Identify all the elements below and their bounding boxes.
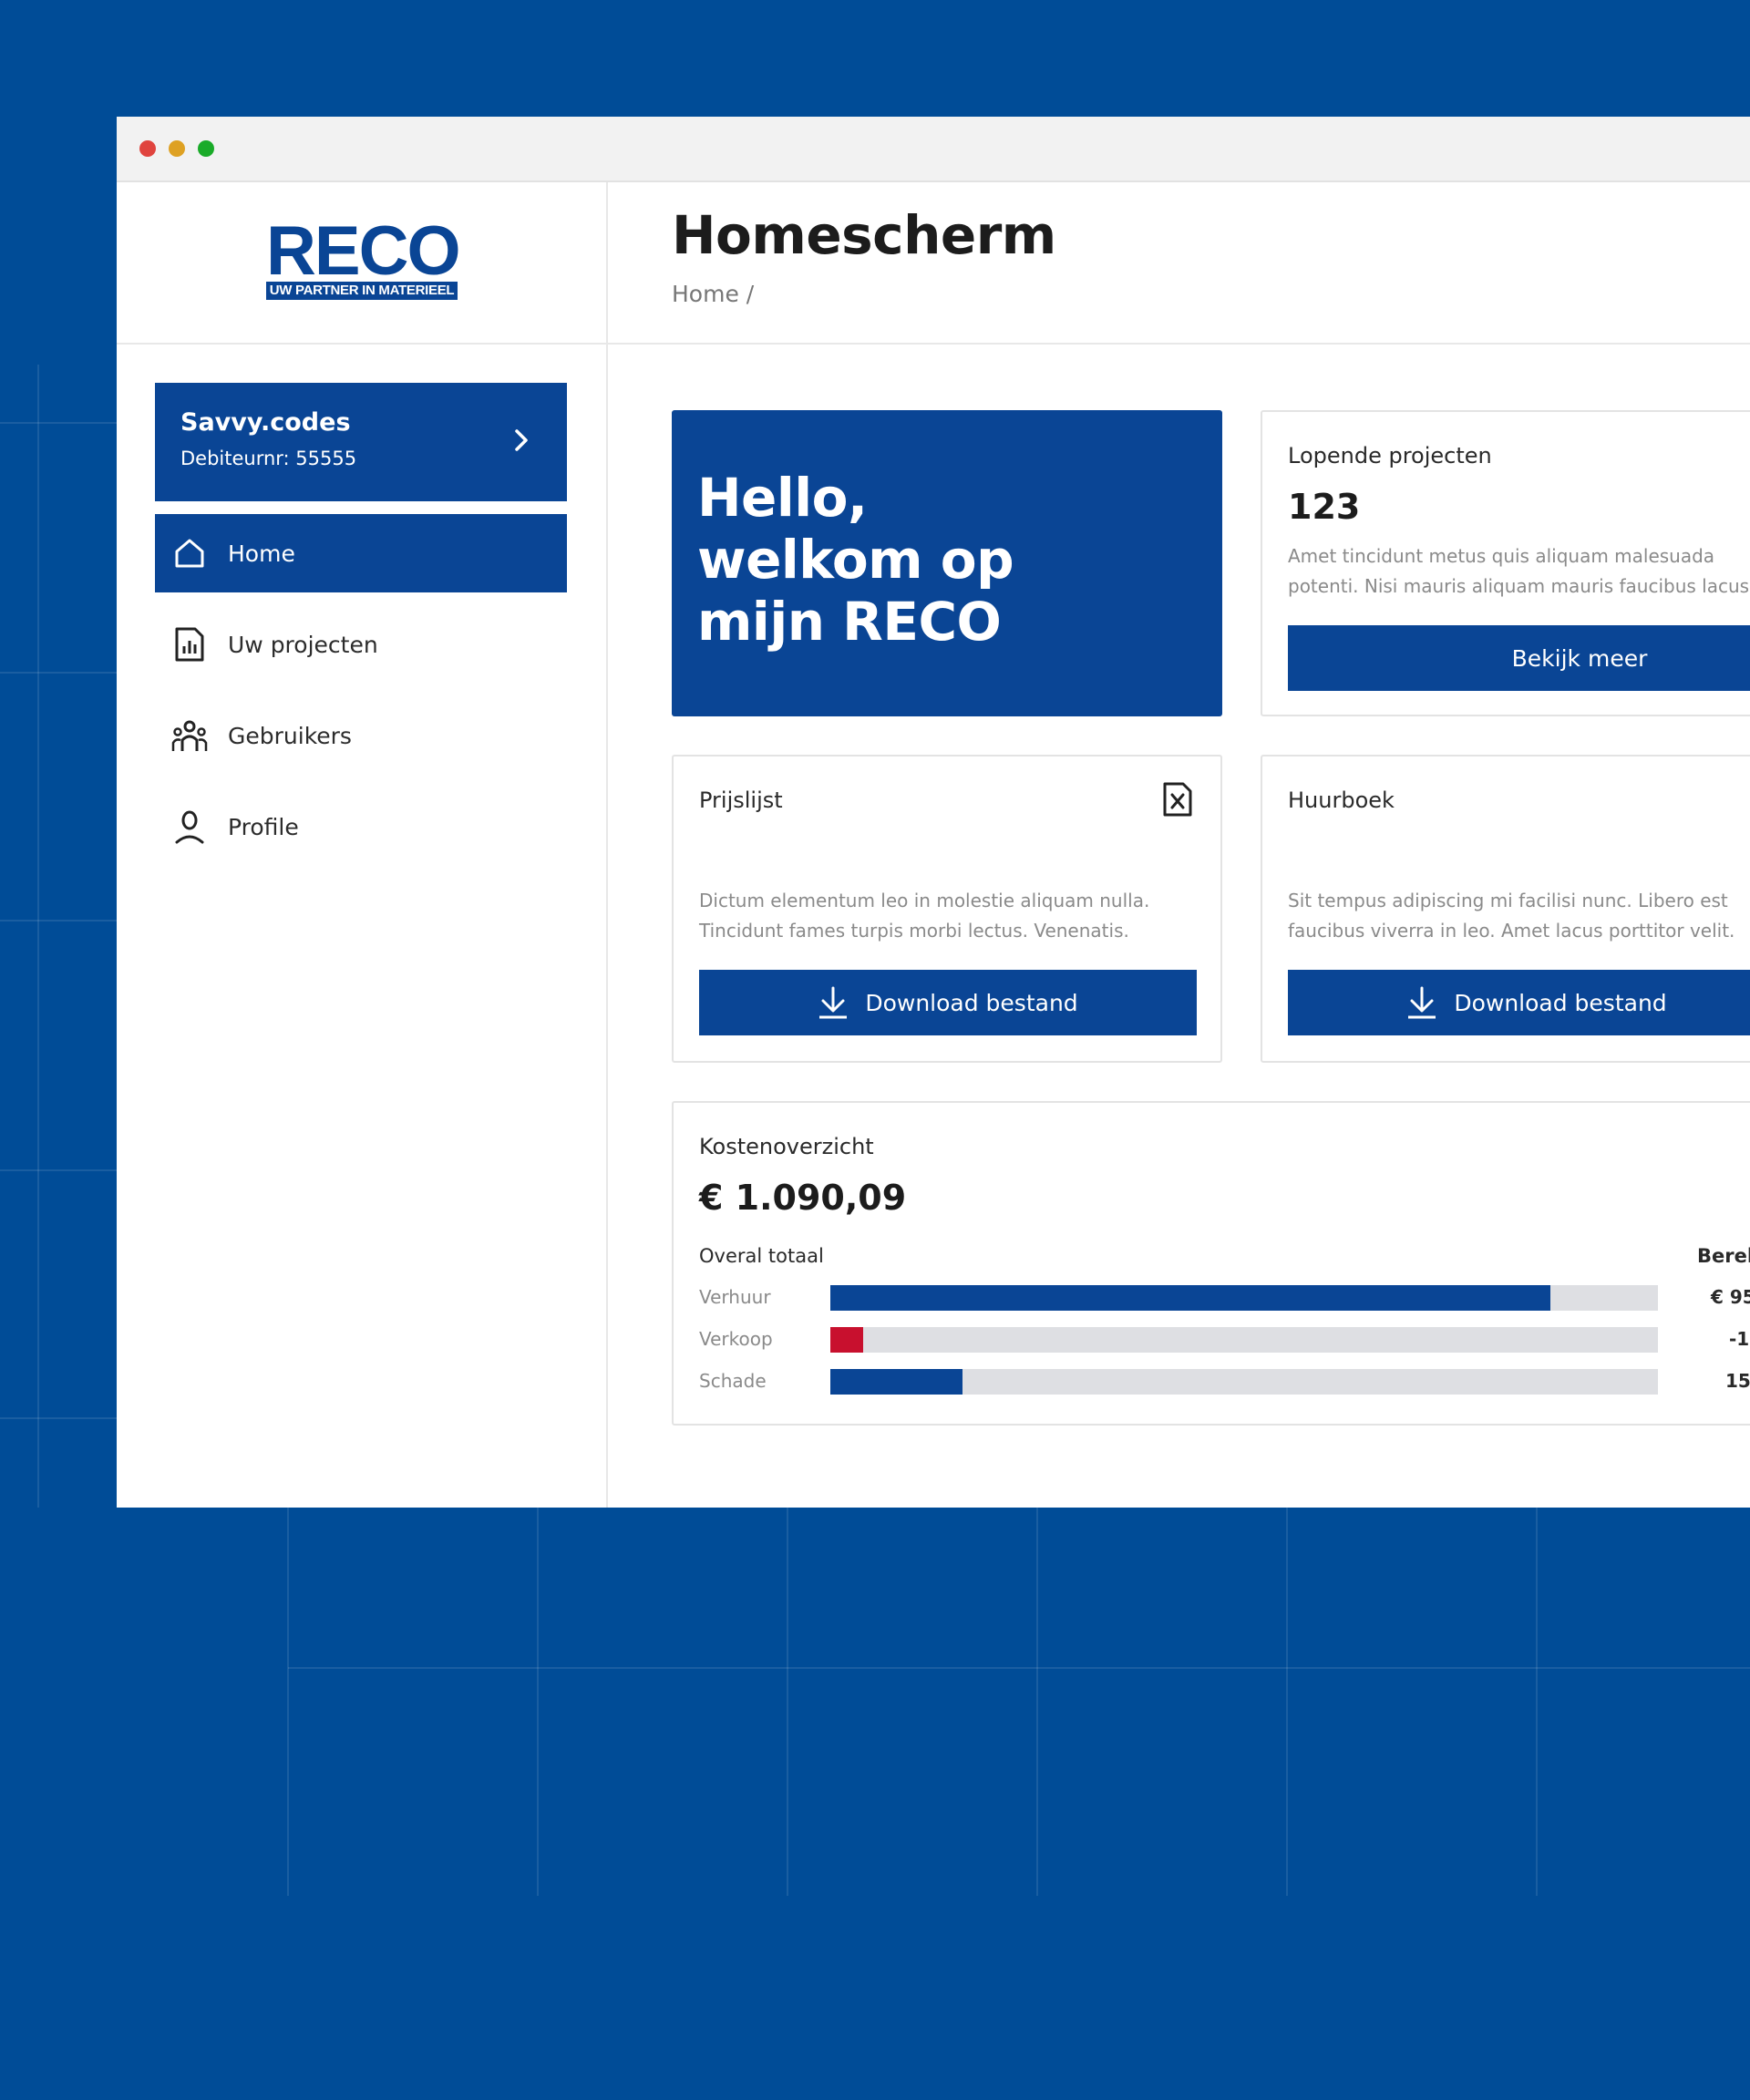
download-pricelist-button[interactable]: Download bestand <box>699 970 1197 1035</box>
cost-row-label: Verhuur <box>699 1286 771 1308</box>
cost-bar-track <box>830 1285 1658 1311</box>
users-icon <box>171 717 208 754</box>
download-label: Download bestand <box>865 989 1078 1016</box>
page-header: Homescherm Home / <box>608 182 1750 345</box>
logo-tagline: UW PARTNER IN MATERIEEL <box>266 282 458 300</box>
projects-card: Lopende projecten 123 Amet tincidunt met… <box>1261 410 1750 716</box>
rentbook-title: Huurboek <box>1288 788 1395 813</box>
sidebar: RECO UW PARTNER IN MATERIEEL Savvy.codes… <box>117 182 608 1508</box>
chevron-right-icon <box>512 428 530 456</box>
cost-row-value: -1 <box>1729 1328 1750 1350</box>
pricelist-text: Dictum elementum leo in molestie aliquam… <box>699 890 1150 911</box>
view-more-label: Bekijk meer <box>1511 644 1648 672</box>
cost-bar-fill <box>830 1285 1550 1311</box>
home-icon <box>171 535 208 571</box>
overall-total-label: Overal totaal <box>699 1245 824 1267</box>
user-icon <box>171 808 208 845</box>
costs-total: € 1.090,09 <box>699 1178 907 1218</box>
minimize-window-button[interactable] <box>169 140 185 157</box>
costs-card: Kostenoverzicht € 1.090,09 Overal totaal… <box>672 1101 1750 1426</box>
browser-window: RECO UW PARTNER IN MATERIEEL Savvy.codes… <box>117 117 1750 1508</box>
sidebar-item-label: Home <box>228 540 295 567</box>
pricelist-text: Tincidunt fames turpis morbi lectus. Ven… <box>699 920 1129 942</box>
report-icon <box>171 626 208 663</box>
download-label: Download bestand <box>1454 989 1667 1016</box>
projects-text: Amet tincidunt metus quis aliquam malesu… <box>1288 545 1715 567</box>
cost-row-value: 15 <box>1725 1370 1750 1392</box>
pricelist-title: Prijslijst <box>699 788 783 813</box>
account-debtor-number: Debiteurnr: 55555 <box>180 448 357 469</box>
cost-bar-track <box>830 1327 1658 1353</box>
rentbook-text: Sit tempus adipiscing mi facilisi nunc. … <box>1288 890 1728 911</box>
costs-title: Kostenoverzicht <box>699 1134 874 1159</box>
sidebar-item-label: Profile <box>228 813 299 840</box>
sidebar-item-label: Gebruikers <box>228 722 352 749</box>
cost-row-label: Schade <box>699 1370 767 1392</box>
pricelist-card: Prijslijst Dictum elementum leo in moles… <box>672 755 1222 1063</box>
cost-row-label: Verkoop <box>699 1328 773 1350</box>
welcome-line: mijn RECO <box>697 591 1002 653</box>
projects-count: 123 <box>1288 487 1361 527</box>
welcome-banner: Hello, welkom op mijn RECO <box>672 410 1222 716</box>
window-titlebar <box>117 117 1750 182</box>
cost-bar-fill <box>830 1369 963 1395</box>
rentbook-card: Huurboek Sit tempus adipiscing mi facili… <box>1261 755 1750 1063</box>
main-content: Homescherm Home / Hello, welkom op mijn … <box>608 182 1750 1508</box>
view-more-button[interactable]: Bekijk meer <box>1288 625 1750 691</box>
reco-logo[interactable]: RECO UW PARTNER IN MATERIEEL <box>266 212 461 300</box>
cost-bar-track <box>830 1369 1658 1395</box>
sidebar-item-label: Uw projecten <box>228 631 378 658</box>
download-icon <box>818 986 849 1019</box>
logo-wordmark: RECO <box>266 212 461 290</box>
maximize-window-button[interactable] <box>198 140 214 157</box>
calculated-column-label: Berek <box>1697 1245 1750 1267</box>
account-name: Savvy.codes <box>180 408 351 437</box>
download-rentbook-button[interactable]: Download bestand <box>1288 970 1750 1035</box>
cost-row-value: € 95 <box>1711 1286 1750 1308</box>
sidebar-item-profile[interactable]: Profile <box>155 788 567 866</box>
projects-text: potenti. Nisi mauris aliquam mauris fauc… <box>1288 575 1750 597</box>
welcome-line: welkom op <box>697 529 1014 591</box>
excel-file-icon[interactable] <box>1162 782 1193 820</box>
sidebar-item-home[interactable]: Home <box>155 514 567 592</box>
close-window-button[interactable] <box>139 140 156 157</box>
sidebar-item-projects[interactable]: Uw projecten <box>155 605 567 684</box>
download-icon <box>1406 986 1437 1019</box>
sidebar-item-users[interactable]: Gebruikers <box>155 696 567 775</box>
rentbook-text: faucibus viverra in leo. Amet lacus port… <box>1288 920 1735 942</box>
page-title: Homescherm <box>672 204 1056 266</box>
welcome-line: Hello, <box>697 467 868 529</box>
projects-title: Lopende projecten <box>1288 443 1492 468</box>
account-switcher[interactable]: Savvy.codes Debiteurnr: 55555 <box>155 383 567 501</box>
cost-bar-fill <box>830 1327 864 1353</box>
breadcrumb[interactable]: Home / <box>672 281 754 307</box>
logo-area: RECO UW PARTNER IN MATERIEEL <box>117 182 606 345</box>
